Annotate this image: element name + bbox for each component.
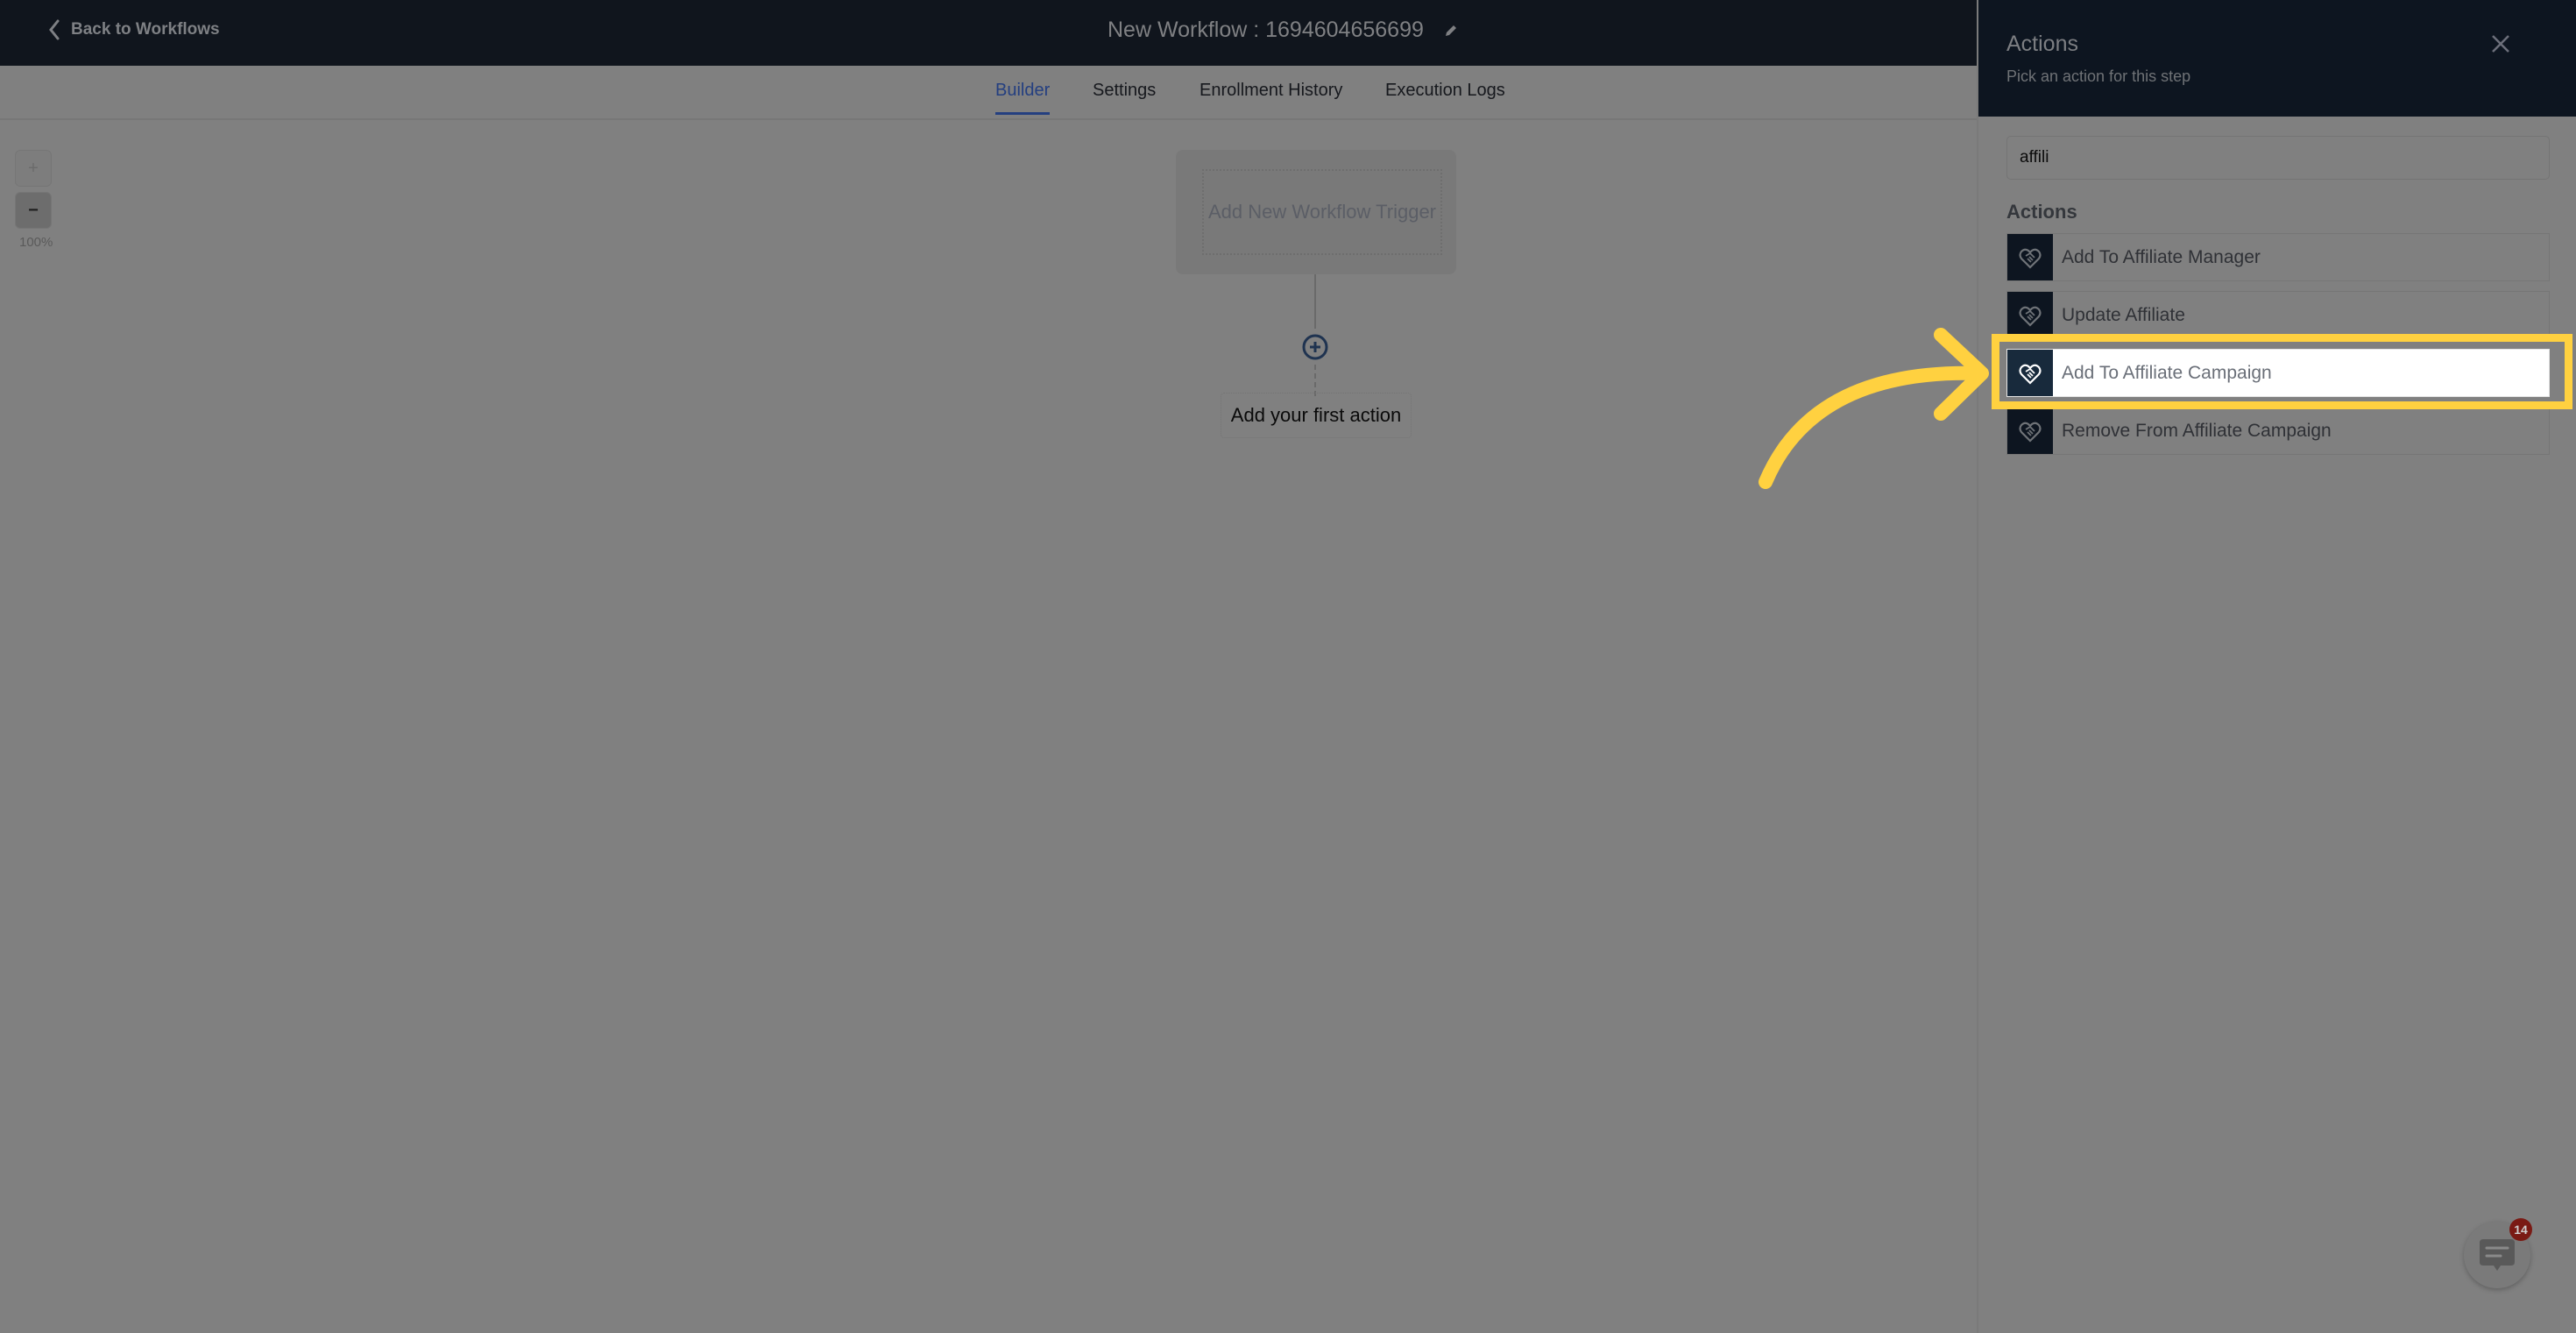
annotation-arrow-icon bbox=[1759, 328, 1989, 489]
zoom-level: 100% bbox=[19, 235, 53, 250]
handshake-icon bbox=[2007, 350, 2053, 396]
panel-subtitle: Pick an action for this step bbox=[2006, 67, 2191, 85]
action-item-add-to-affiliate-manager[interactable]: Add To Affiliate Manager bbox=[2006, 233, 2550, 281]
back-to-workflows-link[interactable]: Back to Workflows bbox=[48, 19, 220, 40]
action-item-remove-from-affiliate-campaign[interactable]: Remove From Affiliate Campaign bbox=[2006, 407, 2550, 455]
tab-enrollment-history[interactable]: Enrollment History bbox=[1200, 81, 1342, 101]
action-label: Update Affiliate bbox=[2062, 304, 2185, 325]
action-item-add-to-affiliate-campaign[interactable]: Add To Affiliate Campaign bbox=[2006, 349, 2550, 397]
trigger-card: Add New Workflow Trigger bbox=[1176, 150, 1456, 274]
add-trigger-button[interactable]: Add New Workflow Trigger bbox=[1202, 169, 1442, 255]
handshake-icon bbox=[2007, 234, 2053, 280]
add-first-action-button[interactable]: Add your first action bbox=[1221, 393, 1412, 438]
actions-section-label: Actions bbox=[2006, 201, 2077, 223]
tab-settings[interactable]: Settings bbox=[1093, 81, 1156, 101]
dashed-connector bbox=[1314, 365, 1316, 396]
chat-bubble-icon bbox=[2480, 1239, 2515, 1271]
workflow-title-text: New Workflow : 1694604656699 bbox=[1108, 18, 1424, 42]
panel-header: Actions Pick an action for this step bbox=[1978, 0, 2576, 117]
panel-title: Actions bbox=[2006, 32, 2078, 56]
zoom-out-button[interactable]: − bbox=[15, 192, 52, 229]
handshake-icon bbox=[2007, 292, 2053, 338]
action-search-input[interactable] bbox=[2006, 136, 2550, 180]
tab-builder[interactable]: Builder bbox=[995, 81, 1051, 115]
add-step-icon[interactable] bbox=[1301, 333, 1329, 361]
chevron-left-icon bbox=[49, 19, 60, 40]
notification-badge: 14 bbox=[2509, 1218, 2532, 1241]
workflow-title: New Workflow : 1694604656699 bbox=[1108, 18, 1459, 43]
connector-line bbox=[1314, 274, 1316, 329]
action-item-update-affiliate[interactable]: Update Affiliate bbox=[2006, 291, 2550, 339]
action-label: Remove From Affiliate Campaign bbox=[2062, 420, 2332, 441]
tab-execution-logs[interactable]: Execution Logs bbox=[1385, 81, 1505, 101]
action-label: Add To Affiliate Manager bbox=[2062, 246, 2261, 267]
pencil-icon[interactable] bbox=[1443, 23, 1459, 39]
zoom-in-button[interactable]: + bbox=[15, 150, 52, 187]
actions-panel: Actions Pick an action for this step Act… bbox=[1977, 0, 2576, 1333]
handshake-icon bbox=[2007, 408, 2053, 454]
tab-bar: Builder Settings Enrollment History Exec… bbox=[0, 66, 1977, 120]
top-bar: Back to Workflows New Workflow : 1694604… bbox=[0, 0, 1977, 66]
back-label: Back to Workflows bbox=[71, 20, 220, 39]
action-label: Add To Affiliate Campaign bbox=[2062, 362, 2272, 383]
close-icon[interactable] bbox=[2490, 33, 2511, 54]
